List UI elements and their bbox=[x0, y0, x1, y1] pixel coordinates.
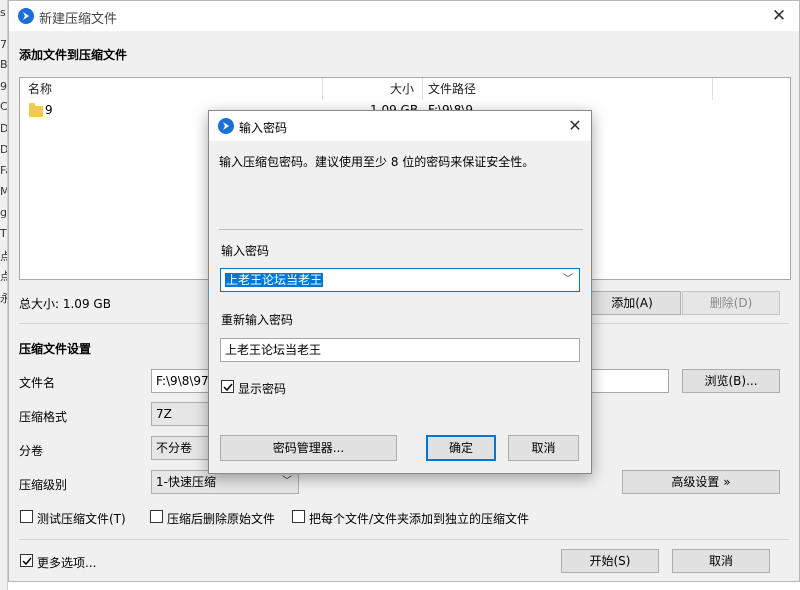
file-name-cell: 9 bbox=[45, 103, 53, 117]
folder-icon bbox=[29, 103, 43, 117]
strip-char: 点 bbox=[0, 268, 7, 284]
total-size: 总大小: 1.09 GB bbox=[19, 297, 111, 311]
filename-label: 文件名 bbox=[19, 376, 56, 390]
column-header-name[interactable]: 名称 bbox=[28, 78, 52, 100]
format-label: 压缩格式 bbox=[19, 410, 68, 424]
password-label: 输入密码 bbox=[221, 244, 270, 258]
app-logo-icon bbox=[18, 8, 34, 24]
reenter-password-input[interactable]: 上老王论坛当老王 bbox=[220, 338, 580, 362]
section-title-settings: 压缩文件设置 bbox=[19, 342, 92, 356]
strip-char: 永 bbox=[0, 290, 7, 306]
close-icon[interactable]: ✕ bbox=[769, 6, 789, 26]
window-title: 新建压缩文件 bbox=[39, 12, 118, 27]
password-manager-button[interactable]: 密码管理器... bbox=[220, 435, 397, 461]
level-label: 压缩级别 bbox=[19, 478, 68, 492]
strip-char: Fa bbox=[0, 164, 7, 177]
dialog-description: 输入压缩包密码。建议使用至少 8 位的密码来保证安全性。 bbox=[219, 155, 535, 169]
strip-char: D bbox=[0, 143, 8, 156]
start-button[interactable]: 开始(S) bbox=[561, 549, 659, 573]
delete-after-label: 压缩后删除原始文件 bbox=[167, 512, 276, 526]
screen: s 7 B 9 C D D Fa M g Tl 点 点 永 新建压缩文件 ✕ 添… bbox=[0, 0, 800, 590]
cancel-button[interactable]: 取消 bbox=[672, 549, 770, 573]
strip-char: g bbox=[0, 206, 7, 219]
dialog-title: 输入密码 bbox=[239, 121, 288, 135]
strip-char: s bbox=[0, 6, 6, 19]
format-value: 7Z bbox=[156, 407, 172, 421]
dialog-title-bar[interactable]: 输入密码 ✕ bbox=[209, 111, 591, 141]
more-options-label: 更多选项... bbox=[37, 556, 97, 570]
test-archive-label: 测试压缩文件(T) bbox=[37, 512, 126, 526]
chevron-down-icon[interactable]: ﹀ bbox=[563, 269, 573, 291]
chevron-down-icon: ﹀ bbox=[282, 476, 292, 487]
strip-char: M bbox=[0, 185, 7, 198]
strip-char: D bbox=[0, 122, 8, 135]
browse-button[interactable]: 浏览(B)... bbox=[682, 369, 780, 393]
ok-button[interactable]: 确定 bbox=[426, 435, 496, 461]
advanced-settings-button[interactable]: 高级设置 » bbox=[622, 470, 780, 494]
column-header-path[interactable]: 文件路径 bbox=[428, 78, 476, 100]
password-dialog: 输入密码 ✕ 输入压缩包密码。建议使用至少 8 位的密码来保证安全性。 输入密码… bbox=[208, 110, 592, 474]
strip-char: 9 bbox=[0, 80, 7, 93]
separate-archives-label: 把每个文件/文件夹添加到独立的压缩文件 bbox=[309, 512, 530, 526]
title-bar[interactable]: 新建压缩文件 ✕ bbox=[9, 1, 799, 31]
delete-after-checkbox[interactable] bbox=[150, 510, 163, 523]
delete-button[interactable]: 删除(D) bbox=[682, 291, 780, 315]
column-divider[interactable] bbox=[322, 78, 323, 100]
add-button[interactable]: 添加(A) bbox=[583, 291, 681, 315]
strip-char: 7 bbox=[0, 38, 7, 51]
separate-archives-checkbox[interactable] bbox=[292, 510, 305, 523]
section-title-add: 添加文件到压缩文件 bbox=[19, 48, 128, 62]
reenter-password-label: 重新输入密码 bbox=[221, 313, 294, 327]
show-password-checkbox[interactable] bbox=[221, 380, 234, 393]
level-value: 1-快速压缩 bbox=[156, 475, 216, 489]
show-password-label: 显示密码 bbox=[238, 382, 287, 396]
password-input[interactable]: 上老王论坛当老王 ﹀ bbox=[220, 268, 580, 292]
divider bbox=[19, 539, 789, 540]
strip-char: B bbox=[0, 58, 8, 71]
app-logo-icon bbox=[218, 118, 234, 134]
strip-char: Tl bbox=[0, 227, 7, 240]
more-options-checkbox[interactable] bbox=[20, 554, 33, 567]
split-label: 分卷 bbox=[19, 444, 44, 458]
divider bbox=[219, 229, 583, 230]
strip-char: C bbox=[0, 100, 8, 113]
test-archive-checkbox[interactable] bbox=[20, 510, 33, 523]
checkmark-icon bbox=[222, 383, 233, 391]
column-header-size[interactable]: 大小 bbox=[390, 78, 414, 100]
strip-char: 点 bbox=[0, 248, 7, 264]
split-value: 不分卷 bbox=[156, 441, 193, 455]
column-divider[interactable] bbox=[422, 78, 423, 100]
password-value: 上老王论坛当老王 bbox=[225, 273, 324, 287]
column-divider[interactable] bbox=[712, 78, 713, 100]
close-icon[interactable]: ✕ bbox=[565, 116, 585, 136]
dialog-cancel-button[interactable]: 取消 bbox=[508, 435, 579, 461]
checkmark-icon bbox=[21, 557, 32, 565]
background-window-strip: s 7 B 9 C D D Fa M g Tl 点 点 永 bbox=[0, 0, 8, 590]
